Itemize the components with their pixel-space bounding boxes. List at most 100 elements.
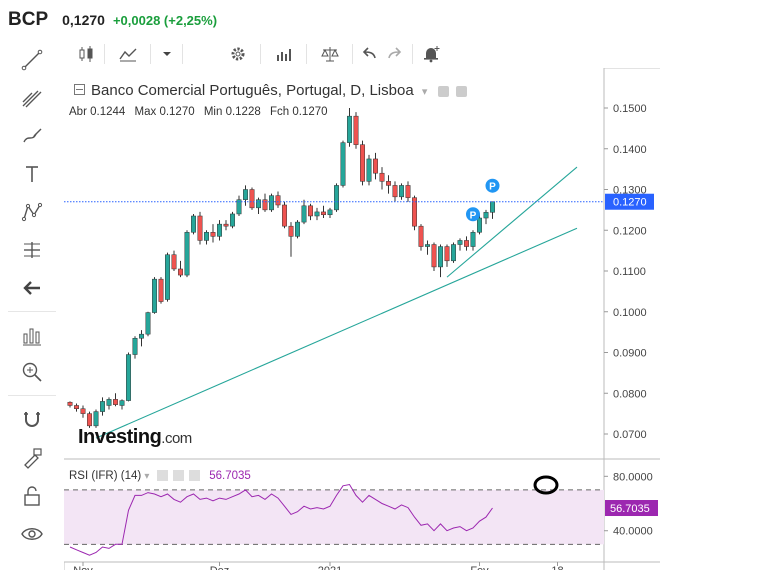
candle-body	[464, 240, 469, 247]
candle-body	[438, 246, 443, 268]
candle-body	[204, 232, 209, 241]
candle-body	[262, 199, 268, 211]
text-tool-icon[interactable]	[16, 158, 48, 190]
plot-background	[64, 68, 604, 562]
investing-logo: Investing.com	[78, 426, 192, 448]
settings-icon[interactable]	[455, 85, 467, 97]
studies-icon[interactable]	[270, 42, 298, 66]
eye-icon[interactable]	[16, 518, 48, 550]
time-tick-label: 18	[551, 565, 563, 570]
candle-body	[301, 205, 307, 223]
candle-body	[314, 211, 320, 217]
zoom-icon[interactable]	[16, 356, 48, 388]
candle-body	[477, 217, 482, 233]
chart-area[interactable]: PP 0.1500 0.1400 0.1300 0.1200 0.1100 0.1000 0…	[64, 68, 660, 570]
brush-tool-icon[interactable]	[16, 120, 48, 152]
chart-toolbar	[64, 40, 660, 69]
ticker-symbol: BCP	[8, 9, 49, 30]
toolbar-divider	[104, 44, 105, 64]
candle-body	[210, 232, 216, 237]
time-tick-label: 2021	[318, 565, 342, 570]
gear-icon[interactable]	[224, 42, 252, 66]
candle-body	[392, 185, 398, 198]
price-tick-label: 0.1100	[613, 266, 646, 278]
rsi-close-icon[interactable]	[189, 470, 201, 482]
candle-body	[191, 215, 196, 233]
price-tick-label: 0.1500	[613, 103, 647, 115]
ohlc-high: Max 0.1270	[134, 106, 195, 118]
ticker-bar: BCP 0,1270 +0,0028 (+2,25%)	[0, 0, 660, 41]
candle-body	[379, 172, 385, 182]
candle-body	[87, 413, 92, 427]
ohlc-open: Abr 0.1244	[69, 106, 126, 118]
area-chart-icon[interactable]	[114, 42, 142, 66]
undo-icon[interactable]	[356, 42, 382, 66]
candle-body	[119, 400, 125, 406]
ticker-last-price: 0,1270	[62, 12, 105, 28]
candle-body	[366, 158, 372, 182]
candle-body	[269, 195, 274, 211]
toolbar-divider	[182, 44, 183, 64]
candle-body	[418, 225, 424, 247]
candle-body	[93, 411, 99, 427]
candle-body	[386, 181, 391, 186]
time-tick-label: Fev	[470, 565, 489, 570]
candle-body	[230, 213, 235, 227]
back-arrow-icon[interactable]	[16, 272, 48, 304]
title-dropdown-icon[interactable]: ▾	[422, 86, 428, 98]
candle-body	[74, 405, 79, 409]
unlock-icon[interactable]	[16, 480, 48, 512]
lock-drawing-icon[interactable]	[16, 442, 48, 474]
candles-icon[interactable]	[72, 42, 100, 66]
candle-body	[113, 399, 118, 405]
price-chart[interactable]: PP 0.15000.14000.13000.12000.11000.10000…	[64, 68, 660, 570]
candle-body	[360, 144, 365, 182]
toolbar-divider	[8, 311, 56, 312]
toolbar-divider	[412, 44, 413, 64]
fib-tool-icon[interactable]	[16, 82, 48, 114]
candle-body	[197, 215, 203, 241]
rsi-band-fill	[64, 489, 604, 545]
price-tick-label: 0.0800	[613, 388, 647, 400]
trend-line-tool-icon[interactable]	[16, 44, 48, 76]
candle-body	[399, 185, 404, 198]
candle-body	[451, 244, 456, 262]
candle-body	[100, 401, 105, 412]
price-tick-label: 0.1400	[613, 144, 647, 156]
visibility-icon[interactable]	[437, 85, 449, 97]
ohlc-close: Fch 0.1270	[269, 106, 328, 118]
time-tick-label: Dez	[210, 565, 230, 570]
candle-body	[184, 232, 190, 276]
candle-body	[158, 278, 164, 302]
candle-body	[80, 408, 86, 414]
indicators-icon[interactable]	[16, 320, 48, 352]
alert-bell-icon[interactable]	[416, 42, 446, 66]
price-tick-label: 0.0900	[613, 348, 647, 360]
dropdown-icon[interactable]	[154, 42, 180, 66]
pattern-tool-icon[interactable]	[16, 196, 48, 228]
last-price-label: 0.1270	[613, 197, 647, 209]
candle-body	[126, 354, 131, 401]
collapse-icon[interactable]	[74, 83, 85, 95]
compare-scale-icon[interactable]	[316, 42, 344, 66]
candle-body	[217, 223, 222, 237]
candle-body	[457, 240, 463, 245]
chart-title: Banco Comercial Português, Portugal, D, …	[91, 82, 414, 99]
ohlc-readout: Abr 0.1244 Max 0.1270 Min 0.1228 Fch 0.1…	[69, 106, 334, 118]
candle-body	[178, 268, 183, 276]
redo-icon[interactable]	[382, 42, 408, 66]
pivot-marker-label: P	[489, 182, 496, 193]
magnet-icon[interactable]	[16, 404, 48, 436]
candle-body	[243, 189, 248, 200]
rsi-dropdown-icon[interactable]: ▾	[144, 471, 149, 482]
candle-body	[106, 399, 112, 406]
measure-tool-icon[interactable]	[16, 234, 48, 266]
chart-title-bar: Banco Comercial Português, Portugal, D, …	[74, 82, 467, 99]
candle-body	[425, 244, 430, 247]
rsi-visibility-icon[interactable]	[156, 470, 168, 482]
candle-body	[145, 312, 151, 335]
toolbar-divider	[150, 44, 151, 64]
candle-body	[327, 209, 333, 216]
candle-body	[353, 115, 359, 145]
rsi-settings-icon[interactable]	[172, 470, 184, 482]
